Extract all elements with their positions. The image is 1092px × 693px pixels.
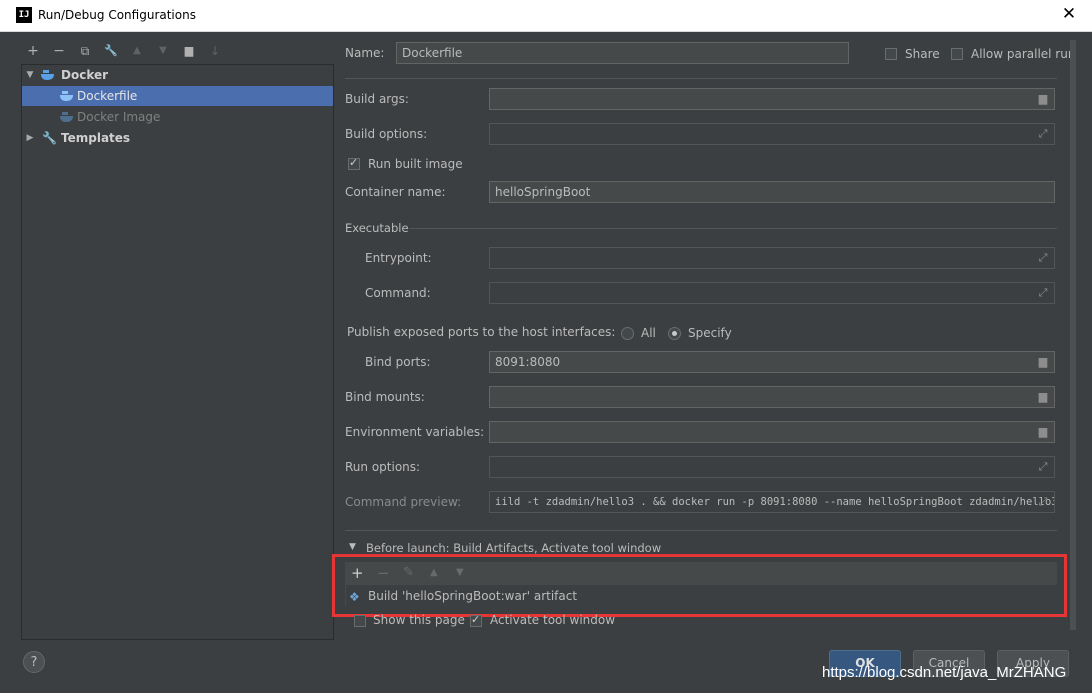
form-scrollbar[interactable] xyxy=(1070,40,1076,630)
radio-specify-label: Specify xyxy=(688,326,732,340)
allow-parallel-run-label: Allow parallel run xyxy=(971,47,1076,61)
radio-specify[interactable] xyxy=(668,327,681,340)
expand-icon[interactable]: ⤢ xyxy=(1036,460,1050,474)
tree-label-docker-image: Docker Image xyxy=(77,110,161,124)
expand-icon[interactable]: ⤢ xyxy=(1036,495,1050,509)
run-options-label: Run options: xyxy=(345,460,421,474)
share-label: Share xyxy=(905,47,940,61)
expand-icon[interactable]: ⤢ xyxy=(1036,127,1050,141)
publish-ports-label: Publish exposed ports to the host interf… xyxy=(347,325,616,339)
title-bar: IJ Run/Debug Configurations ✕ xyxy=(0,0,1092,32)
docker-icon xyxy=(60,91,73,101)
docker-icon xyxy=(41,70,54,80)
container-name-label: Container name: xyxy=(345,185,446,199)
entrypoint-input[interactable]: ⤢ xyxy=(489,247,1055,269)
remove-configuration-button[interactable]: − xyxy=(50,42,68,60)
collapse-arrow-icon[interactable]: ▼ xyxy=(349,542,356,552)
new-folder-button[interactable]: ▆ xyxy=(180,42,198,60)
divider xyxy=(345,78,1057,79)
folder-icon[interactable]: ▆ xyxy=(1036,355,1050,369)
copy-configuration-button[interactable]: ⧉ xyxy=(76,42,94,60)
before-launch-header: Before launch: Build Artifacts, Activate… xyxy=(366,541,662,555)
help-button[interactable]: ? xyxy=(23,651,45,673)
folder-icon[interactable]: ▆ xyxy=(1036,425,1050,439)
wrench-icon: 🔧 xyxy=(42,131,57,145)
executable-section-label: Executable xyxy=(345,221,409,235)
allow-parallel-run-checkbox[interactable] xyxy=(951,48,963,60)
command-input[interactable]: ⤢ xyxy=(489,282,1055,304)
run-built-image-label: Run built image xyxy=(368,157,463,171)
tree-label-dockerfile: Dockerfile xyxy=(77,89,138,103)
command-preview-field: iild -t zdadmin/hello3 . && docker run -… xyxy=(489,491,1055,513)
name-label: Name: xyxy=(345,46,385,60)
docker-icon xyxy=(60,112,73,122)
sort-button[interactable]: ↓ xyxy=(206,42,224,60)
tree-item-docker-image[interactable]: Docker Image xyxy=(22,107,333,127)
tree-item-dockerfile[interactable]: Dockerfile xyxy=(22,86,333,106)
divider xyxy=(345,530,1057,531)
expand-icon[interactable]: ⤢ xyxy=(1036,286,1050,300)
window-title: Run/Debug Configurations xyxy=(38,8,196,22)
move-up-button[interactable]: ▲ xyxy=(128,42,146,60)
tree-label-templates: Templates xyxy=(61,131,131,145)
close-window-button[interactable]: ✕ xyxy=(1046,0,1092,31)
activate-tool-window-label: Activate tool window xyxy=(490,613,616,627)
build-args-label: Build args: xyxy=(345,92,409,106)
folder-icon[interactable]: ▆ xyxy=(1036,390,1050,404)
highlight-box xyxy=(332,554,1067,617)
folder-icon[interactable]: ▆ xyxy=(1036,92,1050,106)
bind-ports-label: Bind ports: xyxy=(365,355,431,369)
watermark-text: https://blog.csdn.net/java_MrZHANG xyxy=(822,664,1067,681)
bind-ports-input[interactable]: 8091:8080 ▆ xyxy=(489,351,1055,373)
build-options-label: Build options: xyxy=(345,127,428,141)
bind-mounts-label: Bind mounts: xyxy=(345,390,425,404)
add-configuration-button[interactable]: + xyxy=(24,42,42,60)
expand-arrow-icon[interactable]: ▼ xyxy=(24,65,36,85)
section-divider xyxy=(409,228,1057,229)
bind-mounts-input[interactable]: ▆ xyxy=(489,386,1055,408)
entrypoint-label: Entrypoint: xyxy=(365,251,432,265)
command-preview-text: iild -t zdadmin/hello3 . && docker run -… xyxy=(495,496,1055,508)
radio-all-label: All xyxy=(641,326,656,340)
bind-ports-value: 8091:8080 xyxy=(495,355,561,369)
command-label: Command: xyxy=(365,286,431,300)
container-name-input[interactable]: helloSpringBoot xyxy=(489,181,1055,203)
build-args-input[interactable]: ▆ xyxy=(489,88,1055,110)
activate-tool-window-checkbox[interactable] xyxy=(470,613,482,627)
run-built-image-checkbox[interactable] xyxy=(348,156,360,170)
radio-all[interactable] xyxy=(621,327,634,340)
name-input[interactable]: Dockerfile xyxy=(396,42,849,64)
build-options-input[interactable]: ⤢ xyxy=(489,123,1055,145)
command-preview-label: Command preview: xyxy=(345,495,462,509)
environment-variables-input[interactable]: ▆ xyxy=(489,421,1055,443)
show-this-page-checkbox[interactable] xyxy=(354,615,366,627)
expand-icon[interactable]: ⤢ xyxy=(1036,251,1050,265)
environment-variables-label: Environment variables: xyxy=(345,425,485,439)
tree-label-docker: Docker xyxy=(61,68,109,82)
share-checkbox[interactable] xyxy=(885,48,897,60)
move-down-button[interactable]: ▼ xyxy=(154,42,172,60)
edit-defaults-button[interactable]: 🔧 xyxy=(102,42,120,60)
tree-item-docker[interactable]: ▼ Docker xyxy=(22,65,333,85)
configuration-tree: ▼ Docker Dockerfile Docker Image ▶ 🔧 Tem… xyxy=(21,64,334,640)
intellij-app-icon: IJ xyxy=(16,7,32,23)
tree-item-templates[interactable]: ▶ 🔧 Templates xyxy=(22,128,333,148)
show-this-page-label: Show this page xyxy=(373,613,465,627)
collapsed-arrow-icon[interactable]: ▶ xyxy=(24,128,36,148)
run-options-input[interactable]: ⤢ xyxy=(489,456,1055,478)
